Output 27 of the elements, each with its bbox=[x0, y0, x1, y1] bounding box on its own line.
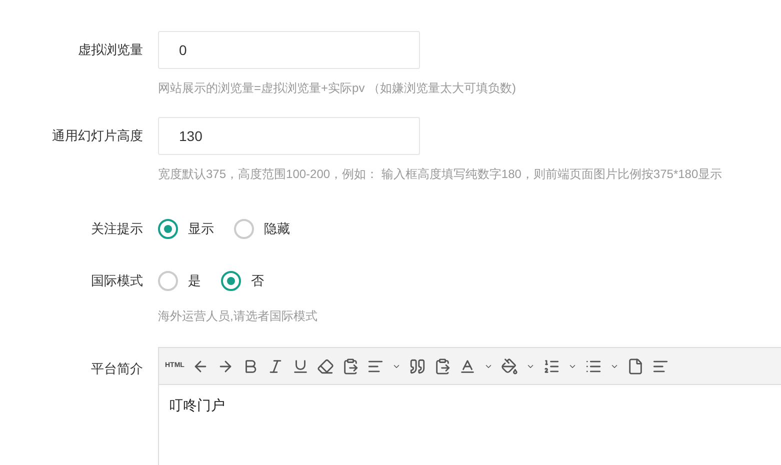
page-icon[interactable] bbox=[627, 358, 644, 374]
radio-button[interactable] bbox=[221, 271, 241, 291]
field-label: 关注提示 bbox=[91, 221, 143, 236]
underline-icon[interactable] bbox=[292, 358, 310, 374]
paste-icon[interactable] bbox=[434, 358, 452, 374]
text-input[interactable]: 130 bbox=[158, 117, 420, 155]
ordered-list-icon[interactable] bbox=[543, 358, 560, 374]
font-color-icon[interactable] bbox=[459, 358, 476, 374]
hint-text: 网站展示的浏览量=虚拟浏览量+实际pv （如嫌浏览量太大可填负数) bbox=[158, 81, 516, 95]
field-label: 国际模式 bbox=[91, 273, 143, 288]
radio-option[interactable]: 显示 bbox=[158, 219, 214, 239]
radio-button[interactable] bbox=[234, 219, 254, 239]
quote-icon[interactable] bbox=[409, 358, 426, 374]
radio-button[interactable] bbox=[158, 271, 178, 291]
radio-option[interactable]: 是 bbox=[158, 271, 201, 291]
field-label: 通用幻灯片高度 bbox=[52, 128, 143, 144]
editor-content: 叮咚门户 bbox=[169, 397, 225, 413]
paint-bucket-icon[interactable] bbox=[501, 358, 518, 374]
hint-text: 海外运营人员,请选者国际模式 bbox=[158, 309, 318, 323]
radio-option[interactable]: 否 bbox=[221, 271, 264, 291]
field-label: 虚拟浏览量 bbox=[78, 42, 143, 58]
radio-option[interactable]: 隐藏 bbox=[234, 219, 290, 239]
eraser-icon[interactable] bbox=[317, 358, 334, 374]
field-label: 平台简介 bbox=[91, 361, 143, 376]
hint-text: 宽度默认375，高度范围100-200，例如： 输入框高度填写纯数字180，则前端页面图片比例按375*180显示 bbox=[158, 167, 722, 181]
text-input[interactable]: 0 bbox=[158, 31, 420, 69]
radio-button[interactable] bbox=[158, 219, 178, 239]
